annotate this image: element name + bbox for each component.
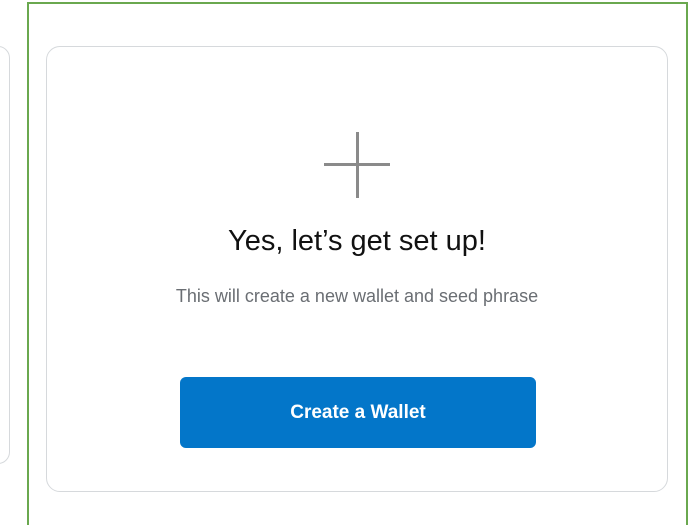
create-wallet-card: Yes, let’s get set up! This will create …	[46, 46, 668, 492]
onboarding-options: Yes, let’s get set up! This will create …	[0, 0, 692, 525]
card-description: This will create a new wallet and seed p…	[175, 286, 539, 306]
create-wallet-button[interactable]: Create a Wallet	[180, 377, 536, 448]
card-title: Yes, let’s get set up!	[228, 225, 486, 257]
plus-icon	[324, 132, 390, 198]
import-wallet-card[interactable]	[0, 46, 10, 464]
